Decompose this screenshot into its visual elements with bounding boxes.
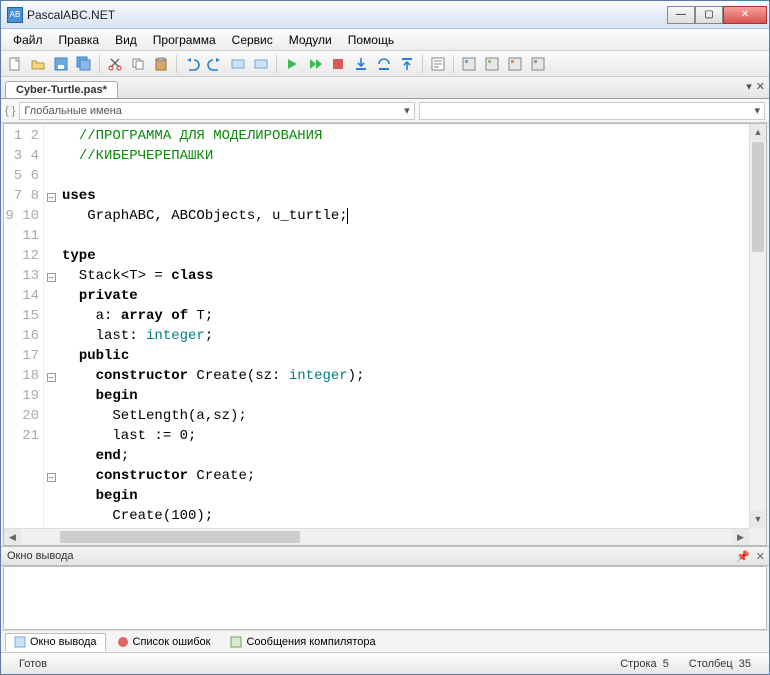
save-all-button[interactable] [74, 54, 94, 74]
save-button[interactable] [51, 54, 71, 74]
menu-edit[interactable]: Правка [51, 31, 108, 49]
panel-tab-compiler[interactable]: Сообщения компилятора [221, 633, 384, 651]
toolbar-sep [276, 55, 277, 73]
menu-program[interactable]: Программа [145, 31, 224, 49]
braces-icon: { } [5, 105, 15, 117]
editor[interactable]: 1 2 3 4 5 6 7 8 9 10 11 12 13 14 15 16 1… [3, 123, 767, 546]
step-into-button[interactable] [351, 54, 371, 74]
bottom-panel-tabs: Окно вывода Список ошибок Сообщения комп… [1, 630, 769, 652]
panel-tab-errors[interactable]: Список ошибок [108, 633, 220, 651]
options-button[interactable] [528, 54, 548, 74]
scroll-up-icon[interactable]: ▲ [750, 124, 766, 141]
toolbar-sep [176, 55, 177, 73]
status-line-label: Строка [620, 658, 656, 670]
menu-view[interactable]: Вид [107, 31, 145, 49]
member-combo[interactable] [419, 102, 765, 120]
panel-tab-label: Окно вывода [30, 636, 97, 648]
open-file-button[interactable] [28, 54, 48, 74]
cut-button[interactable] [105, 54, 125, 74]
scroll-right-icon[interactable]: ▶ [732, 529, 749, 545]
errors-tab-icon [117, 636, 129, 648]
maximize-button[interactable]: ▢ [695, 6, 723, 24]
status-line-value: 5 [663, 658, 669, 670]
app-window: AB PascalABC.NET — ▢ ✕ Файл Правка Вид П… [0, 0, 770, 675]
status-col: Столбец 35 [679, 658, 761, 670]
toolbar-sep [453, 55, 454, 73]
step-out-button[interactable] [397, 54, 417, 74]
output-panel-title: Окно вывода [7, 550, 74, 562]
form-designer-button[interactable] [459, 54, 479, 74]
tab-list-dropdown-icon[interactable]: ▾ [746, 80, 752, 93]
undo-button[interactable] [182, 54, 202, 74]
step-over-button[interactable] [374, 54, 394, 74]
panel-tab-output[interactable]: Окно вывода [5, 633, 106, 651]
menubar: Файл Правка Вид Программа Сервис Модули … [1, 29, 769, 51]
close-button[interactable]: ✕ [723, 6, 767, 24]
code-navigator: { } Глобальные имена [1, 99, 769, 123]
window-buttons: — ▢ ✕ [667, 6, 767, 24]
output-tab-icon [14, 636, 26, 648]
scroll-corner [749, 528, 766, 545]
status-line: Строка 5 [610, 658, 679, 670]
panel-close-icon[interactable]: ✕ [756, 550, 765, 563]
new-file-button[interactable] [5, 54, 25, 74]
status-col-label: Столбец [689, 658, 733, 670]
editor-tab-active[interactable]: Cyber-Turtle.pas* [5, 81, 118, 98]
code-text[interactable]: //ПРОГРАММА ДЛЯ МОДЕЛИРОВАНИЯ //КИБЕРЧЕР… [58, 124, 766, 545]
horizontal-scrollbar[interactable]: ◀ ▶ [4, 528, 749, 545]
run-button[interactable] [282, 54, 302, 74]
scope-combo-label: Глобальные имена [24, 105, 122, 117]
nav-back-button[interactable] [228, 54, 248, 74]
menu-file[interactable]: Файл [5, 31, 51, 49]
run-no-debug-button[interactable] [305, 54, 325, 74]
line-gutter: 1 2 3 4 5 6 7 8 9 10 11 12 13 14 15 16 1… [4, 124, 44, 545]
scroll-left-icon[interactable]: ◀ [4, 529, 21, 545]
project-button[interactable] [505, 54, 525, 74]
titlebar: AB PascalABC.NET — ▢ ✕ [1, 1, 769, 29]
add-form-button[interactable] [482, 54, 502, 74]
statusbar: Готов Строка 5 Столбец 35 [1, 652, 769, 674]
paste-button[interactable] [151, 54, 171, 74]
menu-modules[interactable]: Модули [281, 31, 340, 49]
window-title: PascalABC.NET [27, 8, 667, 22]
stop-button[interactable] [328, 54, 348, 74]
toolbar [1, 51, 769, 77]
editor-tabbar: Cyber-Turtle.pas* ▾ ✕ [1, 77, 769, 99]
toolbar-sep [99, 55, 100, 73]
scroll-down-icon[interactable]: ▼ [750, 511, 766, 528]
output-panel-header: Окно вывода 📌 ✕ [1, 546, 769, 566]
app-icon: AB [7, 7, 23, 23]
nav-fwd-button[interactable] [251, 54, 271, 74]
menu-service[interactable]: Сервис [224, 31, 281, 49]
copy-button[interactable] [128, 54, 148, 74]
tab-close-icon[interactable]: ✕ [756, 80, 765, 93]
panel-pin-icon[interactable]: 📌 [736, 550, 750, 563]
panel-tab-label: Список ошибок [133, 636, 211, 648]
fold-column[interactable]: −−−− [44, 124, 58, 545]
vscroll-thumb[interactable] [752, 142, 764, 252]
status-ready: Готов [9, 658, 57, 670]
toolbar-sep [422, 55, 423, 73]
minimize-button[interactable]: — [667, 6, 695, 24]
scope-combo[interactable]: Глобальные имена [19, 102, 414, 120]
redo-button[interactable] [205, 54, 225, 74]
compile-button[interactable] [428, 54, 448, 74]
hscroll-thumb[interactable] [60, 531, 300, 543]
vertical-scrollbar[interactable]: ▲ ▼ [749, 124, 766, 528]
compiler-tab-icon [230, 636, 242, 648]
output-panel-body[interactable] [3, 566, 767, 630]
panel-tab-label: Сообщения компилятора [246, 636, 375, 648]
status-col-value: 35 [739, 658, 751, 670]
menu-help[interactable]: Помощь [340, 31, 402, 49]
